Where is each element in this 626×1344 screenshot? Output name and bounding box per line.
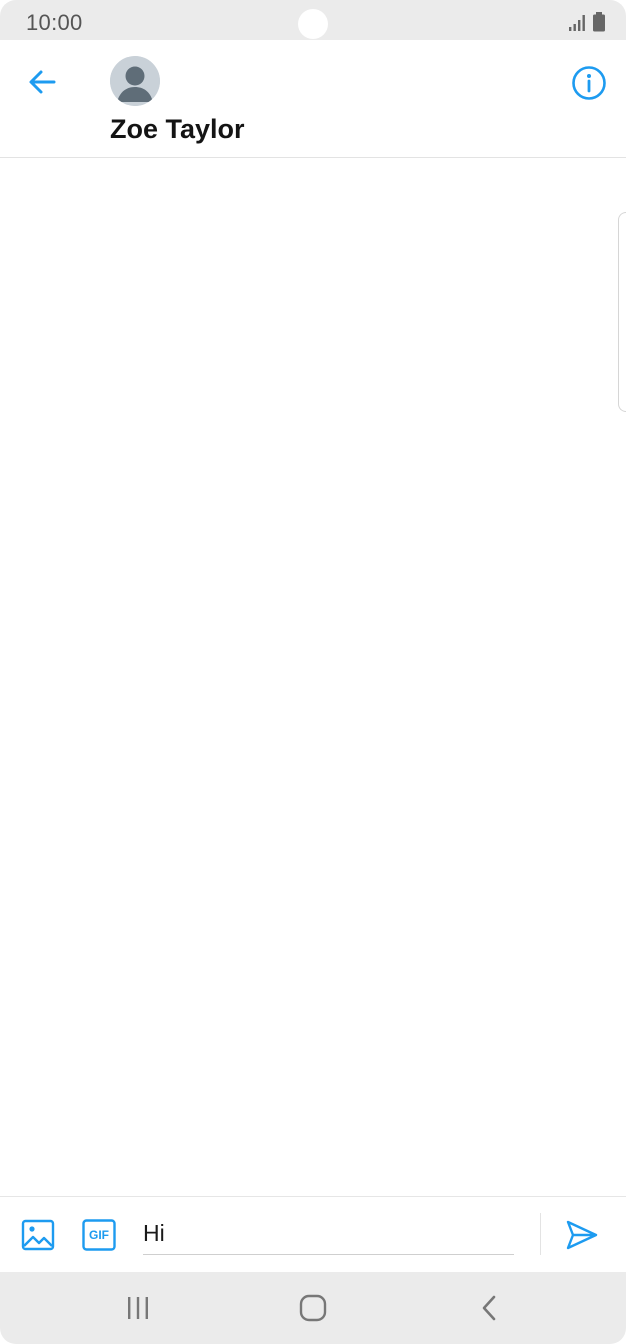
front-camera [298,9,328,39]
composer-divider [540,1213,541,1255]
status-time: 10:00 [26,10,83,35]
info-button[interactable] [570,64,608,102]
home-icon [299,1294,327,1322]
contact-name[interactable]: Zoe Taylor [110,114,245,145]
message-thread[interactable] [0,158,626,1196]
system-nav-bar [0,1272,626,1344]
conversation-header: Zoe Taylor [0,40,626,158]
back-button[interactable] [24,64,60,100]
system-back-button[interactable] [474,1292,504,1324]
arrow-left-icon [29,70,56,94]
status-bar: 10:00 [0,0,626,40]
default-avatar-icon [110,56,160,106]
chevron-left-icon [482,1295,496,1321]
add-gif-button[interactable]: GIF [81,1219,117,1251]
message-composer: GIF [0,1196,626,1272]
image-icon [21,1219,55,1251]
info-circle-icon [572,66,606,100]
recents-icon [128,1297,148,1319]
battery-icon [592,12,606,37]
recents-button[interactable] [122,1294,154,1322]
add-image-button[interactable] [20,1217,56,1253]
send-icon [566,1220,598,1250]
status-icons [568,12,606,37]
gif-label: GIF [89,1228,109,1242]
avatar[interactable] [110,56,160,106]
message-input-wrap [143,1211,514,1255]
send-button[interactable] [562,1215,602,1255]
signal-icon [568,14,586,37]
message-input[interactable] [143,1211,514,1254]
scroll-handle[interactable] [618,212,626,412]
home-button[interactable] [296,1292,330,1324]
